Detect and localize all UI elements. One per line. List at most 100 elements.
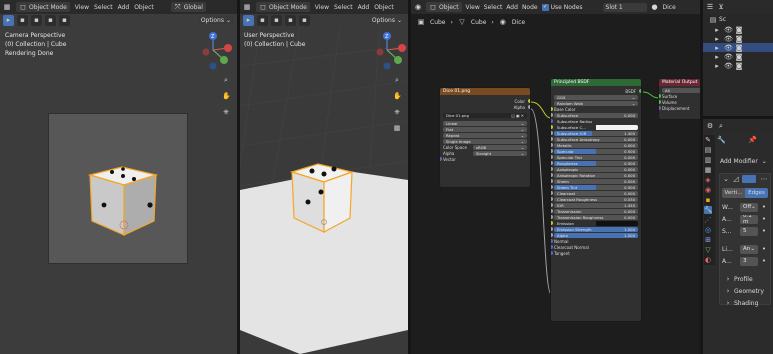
section-geometry[interactable]: › Geometry <box>720 285 770 297</box>
socket-alpha[interactable] <box>528 105 530 109</box>
menu-object[interactable]: Object <box>134 4 154 11</box>
select-invert-icon[interactable]: ▪ <box>59 14 70 26</box>
editor-type-icon[interactable]: ▦ <box>3 3 11 11</box>
select-extend-icon[interactable]: ▪ <box>271 14 282 26</box>
collapse-arrow-icon[interactable]: ⌄ <box>722 175 730 183</box>
mode-dropdown[interactable]: ◻ Object Mode <box>16 2 70 12</box>
bsdf-value-field[interactable]: Anisotropic 0.000 <box>554 166 638 172</box>
input-socket[interactable] <box>551 137 553 141</box>
input-socket[interactable] <box>551 209 553 213</box>
material-tab-icon[interactable]: ◐ <box>704 256 712 264</box>
select-extend-icon[interactable]: ▪ <box>31 14 42 26</box>
transform-orientation-dropdown[interactable]: ⤧ Global <box>170 2 206 12</box>
visibility-eye-icon[interactable]: 👁 <box>724 26 733 34</box>
camera-render-icon[interactable]: ◙ <box>735 62 743 70</box>
mode-dropdown[interactable]: ◻ Object Mode <box>256 2 310 12</box>
bsdf-value-field[interactable]: Transmission 0.000 <box>554 208 638 214</box>
socket-bsdf[interactable] <box>639 89 641 93</box>
color-space-dropdown[interactable]: sRGB ⌄ <box>473 144 527 150</box>
camera-render-icon[interactable]: ◙ <box>735 35 743 43</box>
navigation-gizmo[interactable]: Z <box>374 30 408 70</box>
visibility-eye-icon[interactable]: 👁 <box>724 53 733 61</box>
input-socket[interactable] <box>551 149 553 153</box>
input-socket[interactable] <box>551 233 553 237</box>
filter-icon[interactable]: ⊻ <box>717 3 725 11</box>
camera-render-icon[interactable]: ◙ <box>735 53 743 61</box>
select-invert-icon[interactable]: ▪ <box>299 14 310 26</box>
bsdf-value-field[interactable]: IOR 1.450 <box>554 202 638 208</box>
socket-vector[interactable] <box>440 157 442 161</box>
input-socket[interactable] <box>551 191 553 195</box>
socket-clearcoat-normal[interactable] <box>551 245 553 249</box>
visibility-eye-icon[interactable]: 👁 <box>724 62 733 70</box>
menu-select[interactable]: Select <box>94 4 113 11</box>
scene-tab-icon[interactable]: ◈ <box>704 176 712 184</box>
keyframe-dot-icon[interactable]: • <box>760 245 768 253</box>
bsdf-value-field[interactable]: Emission Strength 1.000 <box>554 226 638 232</box>
menu-object[interactable]: Object <box>374 4 394 11</box>
input-socket[interactable] <box>551 215 553 219</box>
input-socket[interactable] <box>551 197 553 201</box>
width-type-dropdown[interactable]: Off ⌄ <box>740 202 758 212</box>
socket-color[interactable] <box>528 99 530 103</box>
keyframe-dot-icon[interactable]: • <box>760 227 768 235</box>
input-socket[interactable] <box>551 155 553 159</box>
grid-view-icon[interactable]: ▦ <box>393 124 401 132</box>
vertices-toggle[interactable]: Verti... <box>722 188 745 198</box>
object-tab-icon[interactable]: ▪ <box>704 196 712 204</box>
principled-bsdf-node[interactable]: Principled BSDF BSDF GGX ⌄ Random Walk ⌄ B… <box>550 78 642 322</box>
menu-select[interactable]: Select <box>334 4 353 11</box>
input-socket[interactable] <box>551 203 553 207</box>
select-subtract-icon[interactable]: ▪ <box>285 14 296 26</box>
limit-method-dropdown[interactable]: An ⌄ <box>740 244 758 254</box>
tool-tab-icon[interactable]: ✎ <box>704 136 712 144</box>
bsdf-value-field[interactable]: Subsurface Anisotropy 0.000 <box>554 136 638 142</box>
keyframe-dot-icon[interactable]: • <box>760 203 768 211</box>
bsdf-value-field[interactable]: Clearcoat Roughness 0.030 <box>554 196 638 202</box>
outliner-row-selected[interactable]: ▸ 👁 ◙ <box>703 43 773 52</box>
navigation-gizmo[interactable]: Z <box>200 30 236 70</box>
input-socket[interactable] <box>551 227 553 231</box>
bsdf-value-field[interactable]: Emission <box>554 220 638 226</box>
image-selector[interactable]: Dice 01.png ◫ ▣ ✕ <box>440 112 530 118</box>
image-browse-icons[interactable]: ◫ ▣ ✕ <box>511 113 524 118</box>
socket-tangent[interactable] <box>551 251 553 255</box>
menu-add[interactable]: Add <box>358 4 370 11</box>
pan-hand-icon[interactable]: ✋ <box>222 92 231 100</box>
outliner-editor-icon[interactable]: ☰ <box>706 3 714 11</box>
input-socket[interactable] <box>551 125 553 129</box>
properties-editor[interactable]: ⚙ ⌕ ✎ ▤ ▥ ▦ ◈ ◉ ▪ 🔧 ⋰ ◎ ⊞ ▽ ◐ 🔧 📌 Add Mo… <box>703 119 773 354</box>
menu-view[interactable]: View <box>315 4 329 11</box>
bsdf-value-field[interactable]: Metallic 0.000 <box>554 142 638 148</box>
outliner[interactable]: ☰ ⊻ ▤ Sc ▸ 👁 ◙ ▸ 👁 ◙ ▸ 👁 ◙ ▸ 👁 ◙ ▸ 👁 ◙ <box>703 0 773 116</box>
shader-editor[interactable]: ◉ ◻ Object View Select Add Node ✓ Use Node… <box>411 0 700 354</box>
visibility-eye-icon[interactable]: 👁 <box>724 44 733 52</box>
camera-render-icon[interactable]: ◙ <box>735 44 743 52</box>
section-shading[interactable]: › Shading <box>720 297 770 309</box>
world-tab-icon[interactable]: ◉ <box>704 186 712 194</box>
bsdf-value-field[interactable]: Alpha 1.000 <box>554 232 638 238</box>
render-tab-icon[interactable]: ▤ <box>704 146 712 154</box>
properties-editor-icon[interactable]: ⚙ <box>706 122 714 130</box>
particles-tab-icon[interactable]: ⋰ <box>704 216 712 224</box>
options-dropdown[interactable]: Options ⌄ <box>368 15 405 25</box>
camera-render-icon[interactable]: ◙ <box>735 26 743 34</box>
viewport-camera[interactable]: ▦ ◻ Object Mode View Select Add Object ⤧ G… <box>0 0 237 354</box>
bsdf-value-field[interactable]: Subsurface 0.000 <box>554 112 638 118</box>
outliner-row[interactable]: ▸ 👁 ◙ <box>703 34 773 43</box>
edges-toggle[interactable]: Edges <box>745 188 768 198</box>
segments-field[interactable]: 5 <box>740 226 758 236</box>
input-socket[interactable] <box>551 167 553 171</box>
keyframe-dot-icon[interactable]: • <box>760 257 768 265</box>
select-subtract-icon[interactable]: ▪ <box>45 14 56 26</box>
visibility-eye-icon[interactable]: 👁 <box>724 35 733 43</box>
section-profile[interactable]: › Profile <box>720 273 770 285</box>
pin-icon[interactable]: 📌 <box>748 136 757 144</box>
input-socket[interactable] <box>551 221 553 225</box>
alpha-dropdown[interactable]: Straight ⌄ <box>473 150 527 156</box>
bsdf-value-field[interactable]: Subsurface C... <box>554 124 638 130</box>
input-socket[interactable] <box>551 173 553 177</box>
pan-hand-icon[interactable]: ✋ <box>393 92 402 100</box>
camera-view-icon[interactable]: ⎈ <box>393 108 401 116</box>
select-box-icon[interactable]: ▪ <box>17 14 28 26</box>
